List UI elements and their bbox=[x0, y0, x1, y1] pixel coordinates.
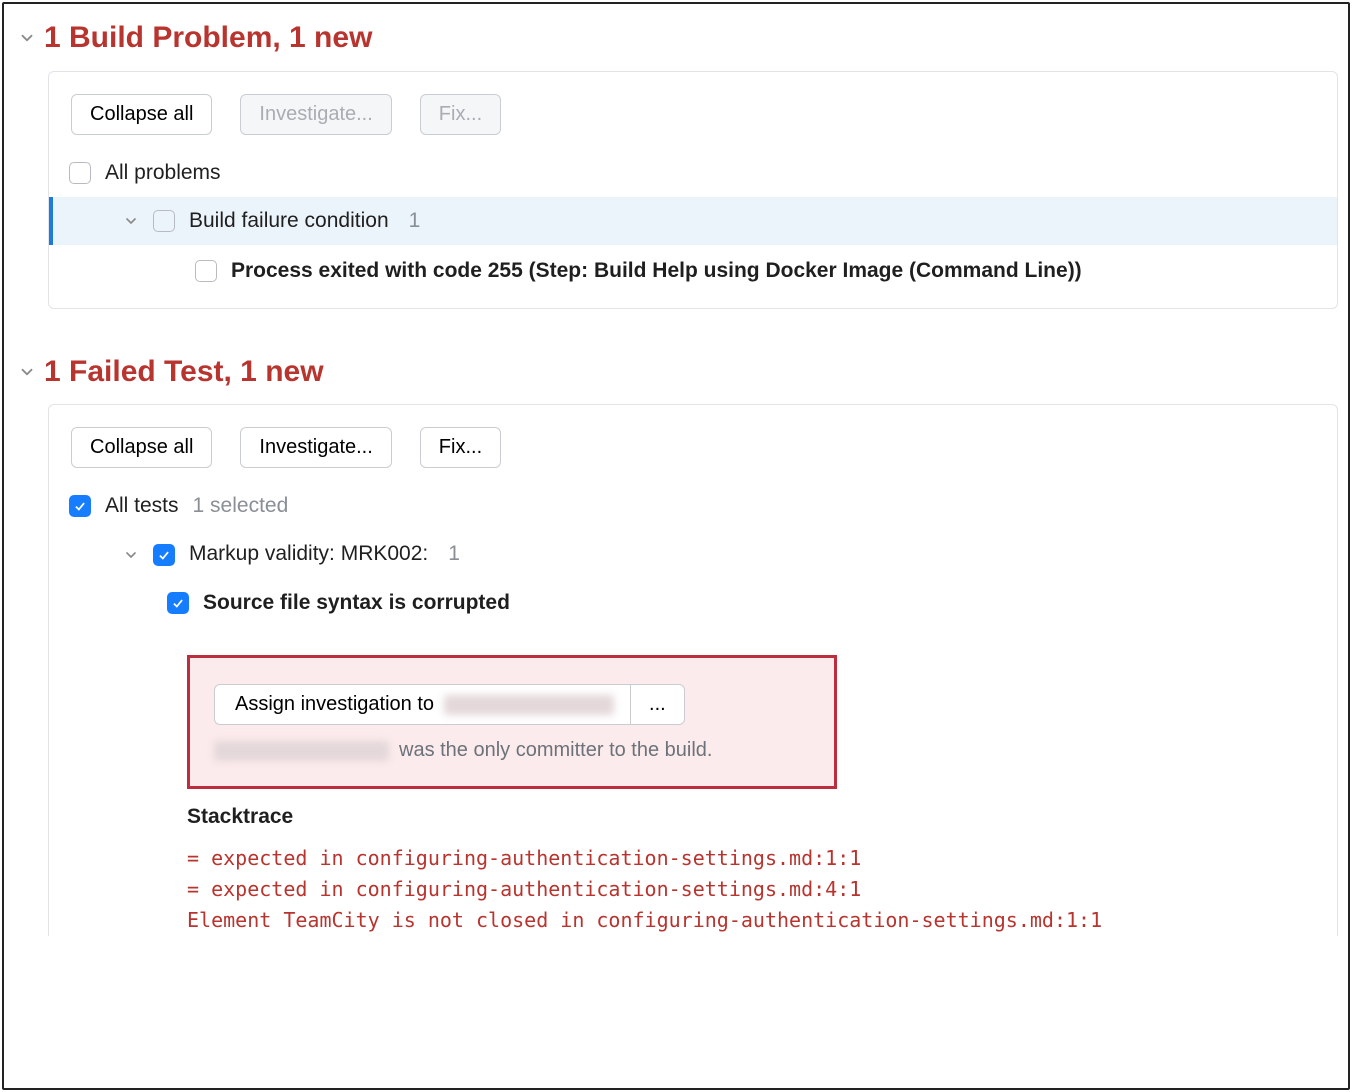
collapse-all-button[interactable]: Collapse all bbox=[71, 94, 212, 135]
all-tests-row[interactable]: All tests 1 selected bbox=[49, 482, 1337, 530]
all-problems-label: All problems bbox=[105, 159, 221, 187]
test-item-checkbox[interactable] bbox=[167, 592, 189, 614]
investigate-button: Investigate... bbox=[240, 94, 391, 135]
assign-prefix: Assign investigation to bbox=[235, 693, 434, 716]
problem-group-checkbox[interactable] bbox=[153, 210, 175, 232]
problem-item-checkbox[interactable] bbox=[195, 260, 217, 282]
test-item-label: Source file syntax is corrupted bbox=[203, 589, 510, 617]
build-problems-title: 1 Build Problem, 1 new bbox=[44, 18, 372, 59]
problem-item-label: Process exited with code 255 (Step: Buil… bbox=[231, 257, 1082, 285]
stack-line: = expected in configuring-authentication… bbox=[187, 877, 861, 901]
all-problems-row[interactable]: All problems bbox=[49, 149, 1337, 197]
stack-line: = expected in configuring-authentication… bbox=[187, 846, 861, 870]
assign-row: Assign investigation to ... bbox=[214, 684, 810, 725]
results-frame: 1 Build Problem, 1 new Collapse all Inve… bbox=[2, 2, 1350, 1090]
problem-group-row[interactable]: Build failure condition 1 bbox=[49, 197, 1337, 245]
assign-more-button[interactable]: ... bbox=[630, 684, 685, 725]
fix-button[interactable]: Fix... bbox=[420, 427, 501, 468]
problem-group-count: 1 bbox=[409, 207, 421, 235]
committer-redacted bbox=[214, 741, 389, 761]
chevron-down-icon bbox=[18, 363, 36, 381]
assignee-redacted bbox=[444, 695, 614, 715]
assign-investigation-button[interactable]: Assign investigation to bbox=[214, 684, 630, 725]
investigate-button[interactable]: Investigate... bbox=[240, 427, 391, 468]
committer-suffix: was the only committer to the build. bbox=[399, 737, 712, 764]
problem-group-label: Build failure condition bbox=[189, 207, 389, 235]
failed-tests-panel: Collapse all Investigate... Fix... All t… bbox=[48, 404, 1338, 936]
build-problems-header[interactable]: 1 Build Problem, 1 new bbox=[4, 10, 1348, 71]
chevron-down-icon bbox=[18, 29, 36, 47]
test-detail: Assign investigation to ... was the only… bbox=[49, 627, 1337, 936]
all-tests-checkbox[interactable] bbox=[69, 495, 91, 517]
test-item-row[interactable]: Source file syntax is corrupted bbox=[49, 579, 1337, 627]
problems-toolbar: Collapse all Investigate... Fix... bbox=[49, 72, 1337, 149]
test-group-count: 1 bbox=[448, 540, 460, 568]
chevron-down-icon bbox=[123, 547, 139, 563]
test-group-checkbox[interactable] bbox=[153, 544, 175, 566]
tests-toolbar: Collapse all Investigate... Fix... bbox=[49, 405, 1337, 482]
stacktrace-output: = expected in configuring-authentication… bbox=[187, 843, 1315, 936]
assign-highlight: Assign investigation to ... was the only… bbox=[187, 655, 837, 789]
stacktrace-title: Stacktrace bbox=[187, 803, 1315, 831]
all-tests-label: All tests bbox=[105, 492, 179, 520]
test-group-row[interactable]: Markup validity: MRK002: 1 bbox=[49, 530, 1337, 578]
stack-line: Element TeamCity is not closed in config… bbox=[187, 908, 1102, 932]
failed-tests-header[interactable]: 1 Failed Test, 1 new bbox=[4, 344, 1348, 405]
problem-item-row[interactable]: Process exited with code 255 (Step: Buil… bbox=[49, 245, 1337, 307]
all-tests-selected: 1 selected bbox=[193, 492, 289, 520]
collapse-all-button[interactable]: Collapse all bbox=[71, 427, 212, 468]
test-group-label: Markup validity: MRK002: bbox=[189, 540, 428, 568]
failed-tests-title: 1 Failed Test, 1 new bbox=[44, 352, 324, 393]
committer-note: was the only committer to the build. bbox=[214, 737, 810, 764]
chevron-down-icon bbox=[123, 213, 139, 229]
all-problems-checkbox[interactable] bbox=[69, 162, 91, 184]
build-problems-panel: Collapse all Investigate... Fix... All p… bbox=[48, 71, 1338, 309]
fix-button: Fix... bbox=[420, 94, 501, 135]
